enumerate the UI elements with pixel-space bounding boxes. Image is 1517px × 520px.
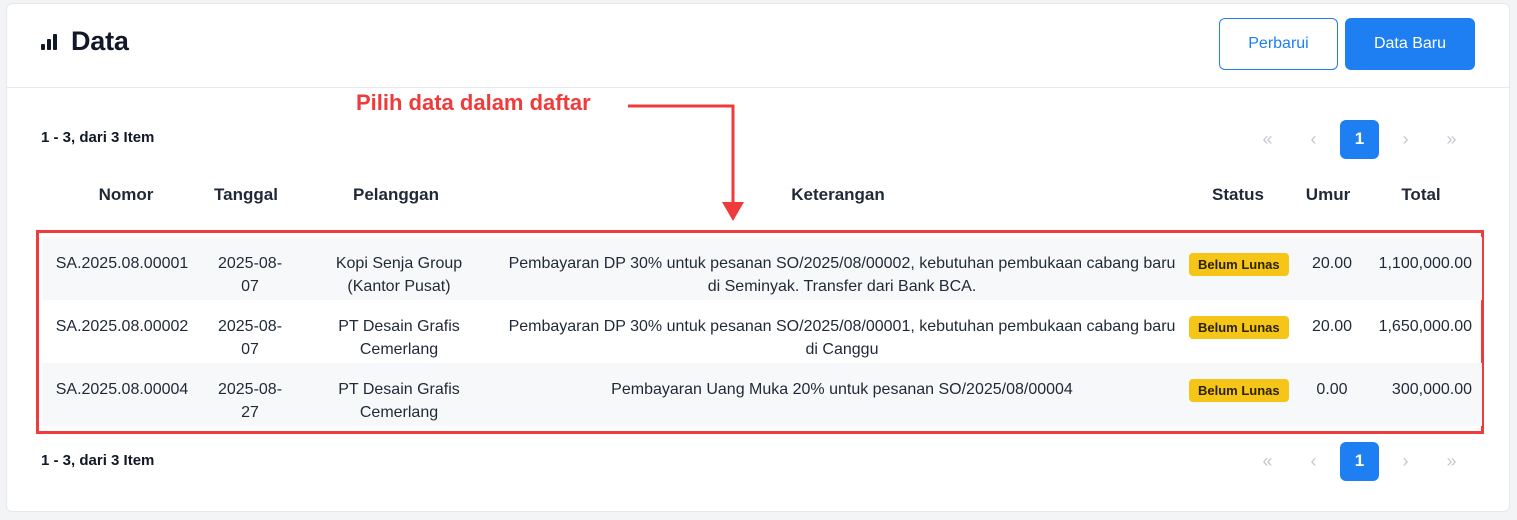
column-header-total[interactable]: Total [1366, 185, 1476, 205]
column-header-status[interactable]: Status [1188, 185, 1288, 205]
cell-umur: 0.00 [1316, 381, 1348, 398]
cell-pelanggan: Kopi Senja Group (Kantor Pusat) [335, 255, 463, 295]
column-header-keterangan[interactable]: Keterangan [498, 185, 1178, 205]
card-header: Data Perbarui Data Baru [7, 4, 1509, 88]
refresh-button[interactable]: Perbarui [1219, 18, 1338, 70]
status-badge: Belum Lunas [1189, 253, 1289, 276]
column-header-umur[interactable]: Umur [1298, 185, 1358, 205]
column-header-pelanggan[interactable]: Pelanggan [306, 185, 486, 205]
prev-page-button[interactable]: ‹ [1294, 120, 1333, 159]
next-page-button[interactable]: › [1386, 442, 1425, 481]
annotation-label: Pilih data dalam daftar [356, 90, 591, 115]
column-header-nomor[interactable]: Nomor [56, 185, 196, 205]
prev-page-button[interactable]: ‹ [1294, 442, 1333, 481]
cell-tanggal: 2025-08-27 [217, 381, 283, 421]
bar-chart-icon [41, 33, 57, 50]
highlighted-rows: SA.2025.08.00001 2025-08-07 Kopi Senja G… [36, 230, 1484, 434]
first-page-button[interactable]: « [1248, 442, 1287, 481]
item-range-bottom: 1 - 3, dari 3 Item [41, 452, 155, 469]
cell-total: 300,000.00 [1391, 381, 1472, 398]
cell-nomor: SA.2025.08.00001 [55, 255, 189, 272]
page-1-button[interactable]: 1 [1340, 119, 1379, 159]
cell-nomor: SA.2025.08.00004 [55, 381, 189, 398]
page-1-button[interactable]: 1 [1340, 441, 1379, 481]
cell-keterangan: Pembayaran Uang Muka 20% untuk pesanan S… [611, 381, 1073, 398]
table-row[interactable]: SA.2025.08.00001 2025-08-07 Kopi Senja G… [42, 237, 1482, 300]
page-title: Data [71, 26, 129, 56]
cell-keterangan: Pembayaran DP 30% untuk pesanan SO/2025/… [508, 255, 1176, 295]
cell-tanggal: 2025-08-07 [217, 318, 283, 358]
pagination-top: « ‹ 1 › » [1248, 119, 1478, 159]
cell-total: 1,100,000.00 [1378, 255, 1472, 272]
status-badge: Belum Lunas [1189, 379, 1289, 402]
cell-nomor: SA.2025.08.00002 [55, 318, 189, 335]
cell-total: 1,650,000.00 [1378, 318, 1472, 335]
table-row[interactable]: SA.2025.08.00004 2025-08-27 PT Desain Gr… [42, 363, 1482, 426]
item-range-top: 1 - 3, dari 3 Item [41, 129, 155, 146]
next-page-button[interactable]: › [1386, 120, 1425, 159]
column-header-tanggal[interactable]: Tanggal [196, 185, 296, 205]
cell-umur: 20.00 [1311, 255, 1353, 272]
status-badge: Belum Lunas [1189, 316, 1289, 339]
new-data-button[interactable]: Data Baru [1345, 18, 1475, 70]
table-header: Nomor Tanggal Pelanggan Keterangan Statu… [36, 185, 1482, 211]
table-row[interactable]: SA.2025.08.00002 2025-08-07 PT Desain Gr… [42, 300, 1482, 363]
page: Data Perbarui Data Baru Pilih data dalam… [0, 0, 1517, 520]
cell-pelanggan: PT Desain Grafis Cemerlang [338, 318, 460, 358]
cell-tanggal: 2025-08-07 [217, 255, 283, 295]
last-page-button[interactable]: » [1432, 442, 1471, 481]
pagination-bottom: « ‹ 1 › » [1248, 441, 1478, 481]
first-page-button[interactable]: « [1248, 120, 1287, 159]
cell-pelanggan: PT Desain Grafis Cemerlang [338, 381, 460, 421]
cell-umur: 20.00 [1311, 318, 1353, 335]
title-wrap: Data [41, 26, 129, 57]
cell-keterangan: Pembayaran DP 30% untuk pesanan SO/2025/… [508, 318, 1176, 358]
last-page-button[interactable]: » [1432, 120, 1471, 159]
